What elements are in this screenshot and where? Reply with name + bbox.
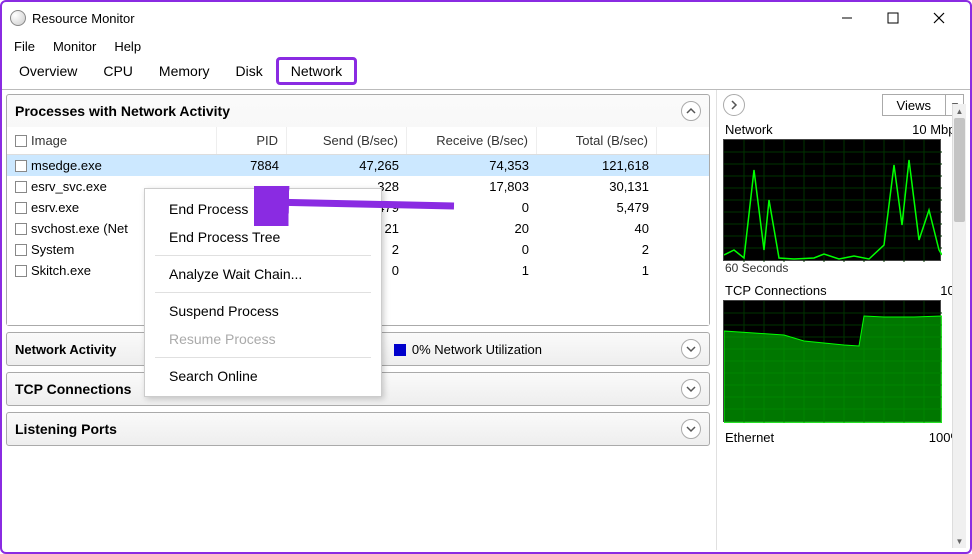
chart-ethernet-title: Ethernet [725, 430, 774, 445]
tab-overview[interactable]: Overview [6, 58, 90, 84]
minimize-button[interactable] [824, 3, 870, 33]
context-menu-item: Resume Process [145, 325, 381, 353]
select-all-checkbox[interactable] [15, 135, 27, 147]
close-button[interactable] [916, 3, 962, 33]
tab-disk[interactable]: Disk [222, 58, 275, 84]
menu-help[interactable]: Help [106, 37, 149, 56]
context-menu-item[interactable]: End Process Tree [145, 223, 381, 251]
row-checkbox[interactable] [15, 244, 27, 256]
scrollbar-thumb[interactable] [954, 118, 965, 222]
scroll-down-icon[interactable]: ▼ [953, 534, 966, 548]
app-icon [10, 10, 26, 26]
vertical-scrollbar[interactable]: ▲ ▼ [952, 104, 966, 548]
tabstrip: Overview CPU Memory Disk Network [2, 58, 970, 90]
context-menu-item[interactable]: End Process [145, 195, 381, 223]
expand-network-activity[interactable] [681, 339, 701, 359]
titlebar: Resource Monitor [2, 2, 970, 34]
tab-network[interactable]: Network [276, 57, 357, 85]
tab-memory[interactable]: Memory [146, 58, 223, 84]
menubar: File Monitor Help [2, 34, 970, 58]
row-checkbox[interactable] [15, 223, 27, 235]
context-menu: End ProcessEnd Process Tree Analyze Wait … [144, 188, 382, 397]
row-checkbox[interactable] [15, 265, 27, 277]
table-row[interactable]: msedge.exe788447,26574,353121,618 [7, 155, 709, 176]
processes-panel-title: Processes with Network Activity [15, 103, 681, 119]
row-checkbox[interactable] [15, 181, 27, 193]
context-menu-item[interactable]: Suspend Process [145, 297, 381, 325]
network-chart [723, 139, 941, 261]
collapse-button[interactable] [681, 101, 701, 121]
context-menu-item[interactable]: Search Online [145, 362, 381, 390]
graph-nav-button[interactable] [723, 94, 745, 116]
tab-cpu[interactable]: CPU [90, 58, 146, 84]
menu-file[interactable]: File [6, 37, 43, 56]
chart-tcp-title: TCP Connections [725, 283, 827, 298]
util-swatch-icon [394, 344, 406, 356]
scroll-up-icon[interactable]: ▲ [953, 104, 966, 118]
window-title: Resource Monitor [32, 11, 824, 26]
menu-monitor[interactable]: Monitor [45, 37, 104, 56]
row-checkbox[interactable] [15, 202, 27, 214]
table-header: Image PID Send (B/sec) Receive (B/sec) T… [7, 127, 709, 155]
maximize-button[interactable] [870, 3, 916, 33]
expand-listening[interactable] [681, 419, 701, 439]
expand-tcp[interactable] [681, 379, 701, 399]
listening-ports-panel: Listening Ports [6, 412, 710, 446]
context-menu-item[interactable]: Analyze Wait Chain... [145, 260, 381, 288]
chart-network-title: Network [725, 122, 773, 137]
tcp-chart [723, 300, 941, 422]
listening-ports-title: Listening Ports [15, 421, 681, 437]
row-checkbox[interactable] [15, 160, 27, 172]
